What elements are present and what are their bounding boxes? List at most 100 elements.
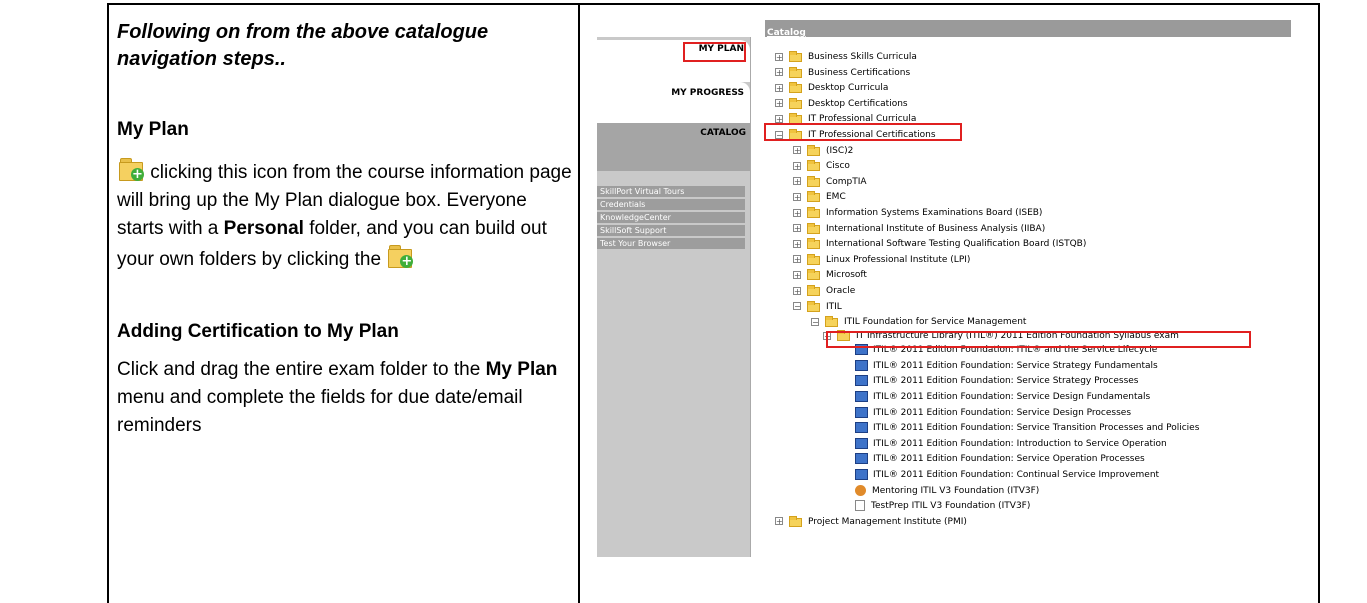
expand-toggle-icon[interactable]: + xyxy=(793,192,801,201)
tree-folder[interactable]: + Desktop Certifications xyxy=(775,97,908,111)
folder-icon xyxy=(807,269,821,281)
my-plan-text: + clicking this icon from the course inf… xyxy=(117,156,572,274)
tree-testprep[interactable]: TestPrep ITIL V3 Foundation (ITV3F) xyxy=(855,499,1030,513)
tree-item-label: CompTIA xyxy=(826,176,867,187)
tree-item-label: ITIL® 2011 Edition Foundation: Service D… xyxy=(873,392,1151,402)
tree-vendor-folder[interactable]: + Linux Professional Institute (LPI) xyxy=(793,253,970,267)
tree-mentoring[interactable]: Mentoring ITIL V3 Foundation (ITV3F) xyxy=(855,484,1039,498)
document-icon xyxy=(855,500,865,512)
expand-toggle-icon[interactable]: + xyxy=(793,208,801,217)
tree-folder[interactable]: + Desktop Curricula xyxy=(775,81,888,95)
tree-item-label: Information Systems Examinations Board (… xyxy=(826,208,1043,218)
tree-item-label: ITIL Foundation for Service Management xyxy=(844,317,1027,328)
tree-vendor-folder[interactable]: + (ISC)2 xyxy=(793,144,853,158)
tree-course[interactable]: ITIL® 2011 Edition Foundation: Service D… xyxy=(855,390,1150,404)
itil-exam-folder-highlight xyxy=(826,331,1251,348)
course-monitor-icon xyxy=(855,453,868,465)
tree-item-label: ITIL® 2011 Edition Foundation: Service T… xyxy=(873,423,1200,434)
expand-toggle-icon[interactable]: + xyxy=(793,161,801,170)
expand-toggle-icon[interactable]: + xyxy=(775,99,783,108)
course-monitor-icon xyxy=(855,437,868,449)
expand-toggle-icon[interactable]: + xyxy=(775,83,783,92)
new-folder-icon: + xyxy=(386,243,414,269)
tree-vendor-folder[interactable]: + CompTIA xyxy=(793,175,867,189)
tree-item-label: (ISC)2 xyxy=(826,145,854,156)
tree-item-label: Desktop Curricula xyxy=(808,83,889,94)
tree-item-label: Microsoft xyxy=(826,270,867,281)
tree-item-label: Business Skills Curricula xyxy=(808,52,917,62)
expand-toggle-icon[interactable]: + xyxy=(793,224,801,233)
folder-icon xyxy=(807,144,821,156)
folder-icon xyxy=(807,300,821,312)
tree-item-label: ITIL® 2011 Edition Foundation: Service D… xyxy=(873,407,1132,418)
folder-icon xyxy=(807,160,821,172)
tree-item-label: ITIL xyxy=(826,301,842,312)
expand-toggle-icon[interactable]: + xyxy=(775,517,783,526)
expand-toggle-icon[interactable]: + xyxy=(793,255,801,264)
mentor-icon xyxy=(855,484,866,496)
tree-item-label: ITIL® 2011 Edition Foundation: Continual… xyxy=(873,470,1160,480)
tree-vendor-folder[interactable]: + International Institute of Business Ana… xyxy=(793,222,1045,236)
tree-vendor-folder[interactable]: + Cisco xyxy=(793,159,850,173)
folder-icon xyxy=(807,222,821,234)
folder-icon xyxy=(789,82,803,94)
course-monitor-icon xyxy=(855,406,868,418)
my-plan-highlight xyxy=(683,42,746,62)
expand-toggle-icon[interactable]: + xyxy=(793,177,801,186)
expand-toggle-icon[interactable]: + xyxy=(793,286,801,295)
tree-vendor-folder[interactable]: + International Software Testing Qualific… xyxy=(793,237,1086,251)
expand-toggle-icon[interactable]: + xyxy=(775,52,783,61)
tree-vendor-folder[interactable]: + EMC xyxy=(793,190,846,204)
tree-course[interactable]: ITIL® 2011 Edition Foundation: Service D… xyxy=(855,406,1131,420)
expand-toggle-icon[interactable]: + xyxy=(775,68,783,77)
column-divider xyxy=(578,3,580,603)
folder-icon xyxy=(807,191,821,203)
tree-vendor-folder[interactable]: + Information Systems Examinations Board … xyxy=(793,206,1042,220)
sidebar-link-knowledgecenter[interactable]: KnowledgeCenter xyxy=(597,212,745,224)
tree-item-label: Project Management Institute (PMI) xyxy=(808,516,967,527)
expand-toggle-icon[interactable]: − xyxy=(811,317,819,326)
tree-course[interactable]: ITIL® 2011 Edition Foundation: Service T… xyxy=(855,421,1199,435)
expand-toggle-icon[interactable]: − xyxy=(793,302,801,311)
tree-vendor-folder[interactable]: + Microsoft xyxy=(793,268,867,282)
tree-vendor-folder[interactable]: − ITIL xyxy=(793,300,842,314)
folder-icon xyxy=(807,285,821,296)
folder-icon xyxy=(789,515,803,527)
tab-my-progress[interactable]: MY PROGRESS xyxy=(597,82,750,123)
folder-icon xyxy=(807,238,821,250)
tree-item-label: ITIL® 2011 Edition Foundation: Introduct… xyxy=(873,438,1167,449)
tree-course[interactable]: ITIL® 2011 Edition Foundation: Introduct… xyxy=(855,437,1167,451)
tree-item-label: Cisco xyxy=(826,161,850,172)
tree-item-label: Linux Professional Institute (LPI) xyxy=(826,254,971,265)
add-to-plan-folder-icon: + xyxy=(117,156,145,182)
tree-course[interactable]: ITIL® 2011 Edition Foundation: Service S… xyxy=(855,374,1139,388)
course-monitor-icon xyxy=(855,359,868,371)
catalog-link[interactable]: Catalog xyxy=(767,28,806,38)
expand-toggle-icon[interactable]: + xyxy=(793,146,801,155)
expand-toggle-icon[interactable]: + xyxy=(793,239,801,248)
course-monitor-icon xyxy=(855,422,868,434)
sidebar-link-virtual-tours[interactable]: SkillPort Virtual Tours xyxy=(597,186,745,198)
tab-catalog[interactable]: CATALOG xyxy=(597,123,750,171)
tree-item-label: ITIL® 2011 Edition Foundation: Service O… xyxy=(873,454,1145,465)
catalog-breadcrumb-bar: Catalog xyxy=(765,20,1291,38)
tree-folder[interactable]: + Business Certifications xyxy=(775,66,910,80)
expand-toggle-icon[interactable]: + xyxy=(775,114,783,123)
expand-toggle-icon[interactable]: + xyxy=(793,270,801,279)
course-monitor-icon xyxy=(855,375,868,387)
tree-item-label: Mentoring ITIL V3 Foundation (ITV3F) xyxy=(872,485,1040,496)
tree-item-label: ITIL® 2011 Edition Foundation: Service S… xyxy=(873,376,1139,387)
adding-certification-text: Click and drag the entire exam folder to… xyxy=(117,359,558,436)
tree-itil-folder[interactable]: − ITIL Foundation for Service Management xyxy=(811,315,1026,329)
folder-icon xyxy=(789,51,803,62)
skillport-screenshot: Catalog MY PLAN MY PROGRESS CATALOG Skil… xyxy=(597,20,1291,557)
sidebar-link-credentials[interactable]: Credentials xyxy=(597,199,745,211)
tree-course[interactable]: ITIL® 2011 Edition Foundation: Continual… xyxy=(855,468,1159,482)
tree-course[interactable]: ITIL® 2011 Edition Foundation: Service S… xyxy=(855,359,1158,373)
tree-folder[interactable]: + Project Management Institute (PMI) xyxy=(775,515,967,529)
tree-folder[interactable]: + Business Skills Curricula xyxy=(775,50,917,64)
tree-course[interactable]: ITIL® 2011 Edition Foundation: Service O… xyxy=(855,452,1145,466)
sidebar-link-skillsoft-support[interactable]: SkillSoft Support xyxy=(597,225,745,237)
sidebar-link-test-browser[interactable]: Test Your Browser xyxy=(597,238,745,250)
tree-vendor-folder[interactable]: + Oracle xyxy=(793,284,855,298)
